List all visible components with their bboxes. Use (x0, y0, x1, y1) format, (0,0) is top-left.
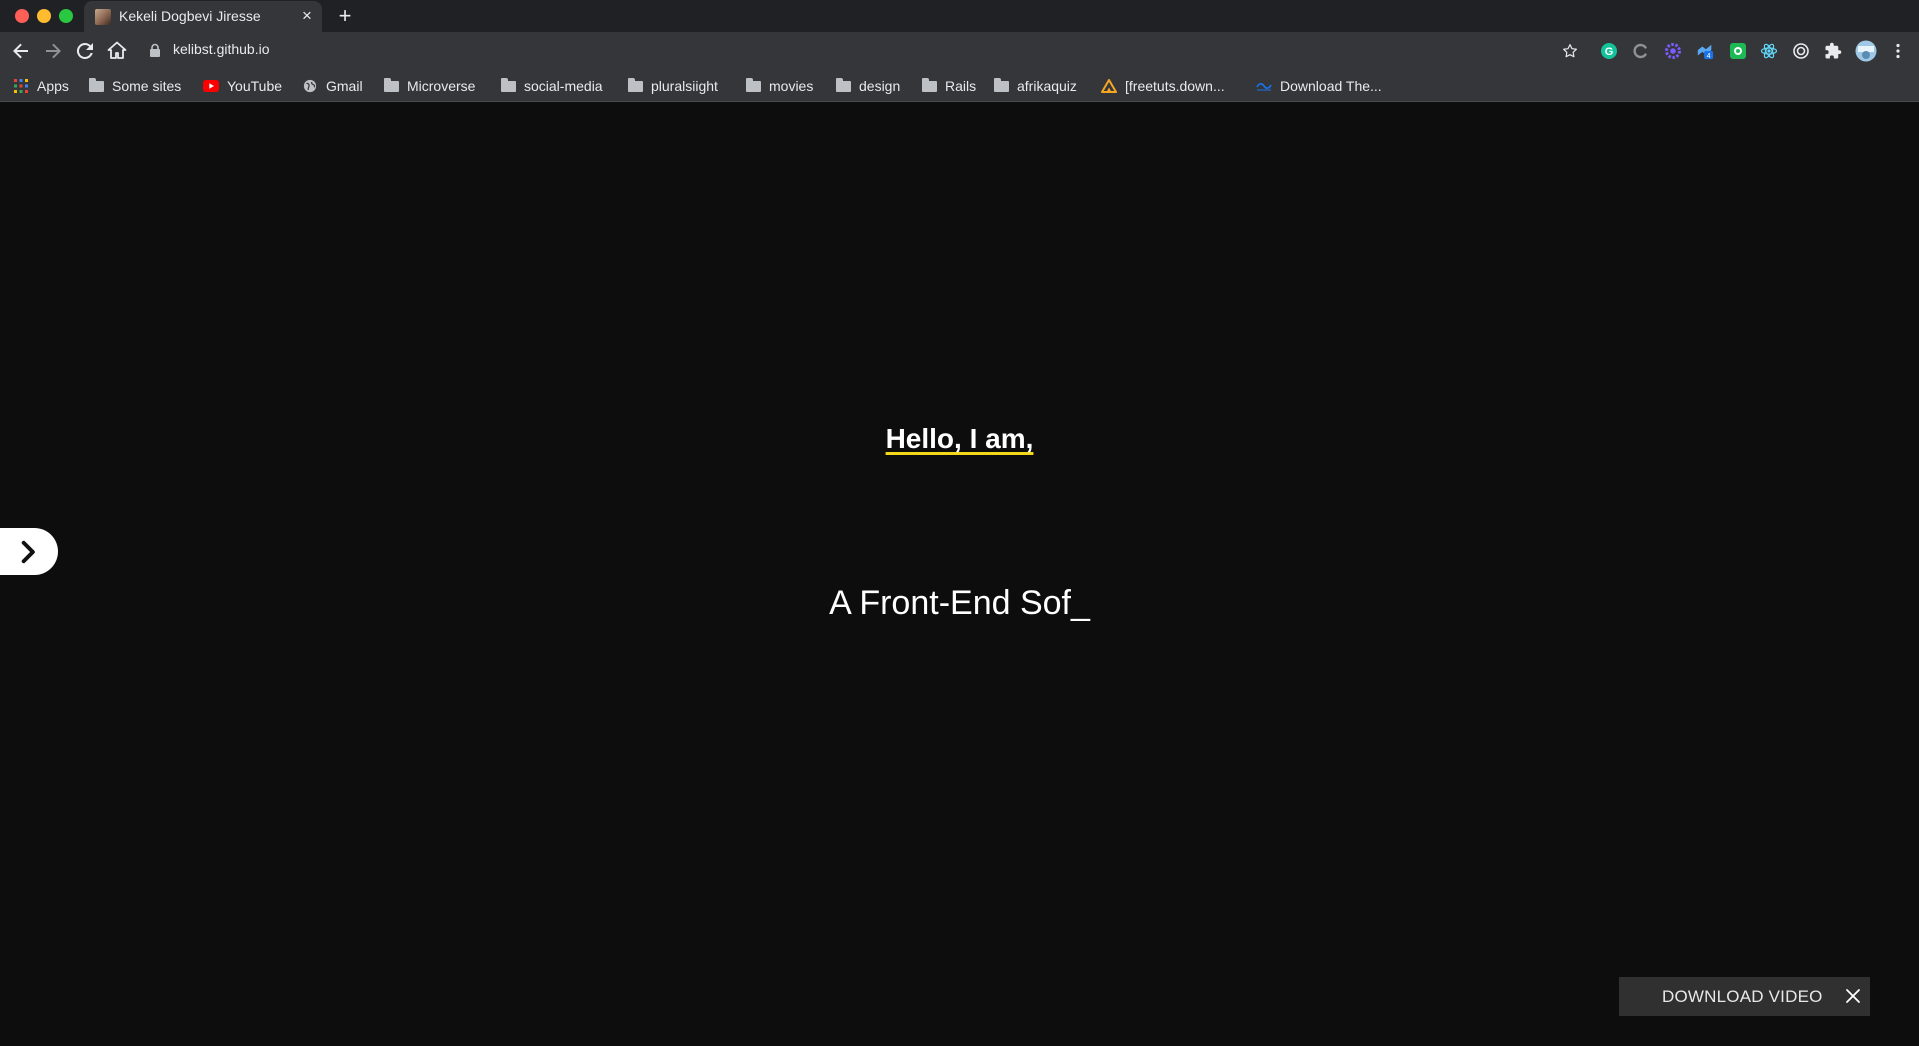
folder-icon (628, 77, 643, 92)
window-close-button[interactable] (15, 9, 29, 23)
greeting-text: Hello, I am, (885, 423, 1034, 454)
tab-title: Kekeli Dogbevi Jiresse (119, 8, 261, 24)
bookmark-folder-design[interactable]: design (836, 70, 900, 102)
download-video-banner[interactable]: DOWNLOAD VIDEO (1619, 977, 1870, 1016)
new-tab-button[interactable]: + (334, 4, 356, 28)
puzzle-icon[interactable] (1824, 42, 1842, 60)
bookmark-label: Download The... (1280, 78, 1382, 94)
target-icon[interactable] (1792, 42, 1810, 60)
apps-grid-icon (14, 79, 28, 93)
bookmark-folder-social-media[interactable]: social-media (501, 70, 603, 102)
bookmark-label: design (859, 78, 901, 94)
window-maximize-button[interactable] (59, 9, 73, 23)
back-button[interactable] (9, 39, 33, 63)
bookmark-folder-afrikaquiz[interactable]: afrikaquiz (994, 70, 1077, 102)
bookmark-label: Some sites (112, 78, 182, 94)
home-icon (107, 41, 127, 59)
bookmark-download-site[interactable]: Download The... (1256, 70, 1382, 102)
folder-icon (746, 77, 761, 92)
hero-greeting: Hello, I am, (0, 423, 1919, 455)
bookmark-label: Rails (945, 78, 977, 94)
globe-icon (303, 79, 317, 93)
bookmark-label: Microverse (407, 78, 476, 94)
bookmark-youtube[interactable]: YouTube (203, 70, 282, 102)
bookmark-folder-rails[interactable]: Rails (922, 70, 976, 102)
bookmark-folder-microverse[interactable]: Microverse (384, 70, 475, 102)
folder-icon (922, 77, 937, 92)
folder-icon (994, 77, 1009, 92)
grammarly-icon[interactable]: G (1600, 42, 1618, 60)
extension-badge-icon[interactable]: 4 (1696, 42, 1714, 60)
bookmark-folder-pluralsiight[interactable]: pluralsiight (628, 70, 718, 102)
folder-icon (89, 77, 104, 92)
hero-role-typing: A Front-End Sof_ (829, 584, 1090, 622)
tab-favicon-icon (95, 9, 111, 25)
forward-button[interactable] (41, 39, 65, 63)
address-bar-url[interactable]: kelibst.github.io (173, 41, 270, 57)
svg-text:4: 4 (1707, 51, 1711, 60)
bookmark-label: afrikaquiz (1017, 78, 1077, 94)
folder-icon (836, 77, 851, 92)
download-site-icon (1256, 83, 1272, 91)
home-button[interactable] (105, 39, 129, 63)
bookmark-label: [freetuts.down... (1125, 78, 1225, 94)
bookmark-folder-movies[interactable]: movies (746, 70, 813, 102)
bookmark-star-icon[interactable] (1561, 42, 1579, 60)
bookmark-freetuts[interactable]: [freetuts.down... (1101, 70, 1225, 102)
gear-purple-icon[interactable] (1664, 42, 1682, 60)
bookmark-label: movies (769, 78, 814, 94)
bookmark-label: Apps (37, 78, 69, 94)
svg-text:G: G (1605, 46, 1614, 58)
bookmark-folder-some-sites[interactable]: Some sites (89, 70, 181, 102)
bookmark-gmail[interactable]: Gmail (302, 70, 363, 102)
download-video-label[interactable]: DOWNLOAD VIDEO (1662, 987, 1823, 1007)
screen-capture-icon[interactable] (1729, 42, 1747, 60)
bookmark-label: YouTube (227, 78, 283, 94)
window-minimize-button[interactable] (37, 9, 51, 23)
bookmark-label: Gmail (326, 78, 363, 94)
reload-icon (76, 42, 93, 59)
reload-button[interactable] (73, 39, 97, 63)
folder-icon (384, 77, 399, 92)
youtube-icon (203, 80, 219, 92)
bookmark-label: pluralsiight (651, 78, 718, 94)
bookmark-label: social-media (524, 78, 603, 94)
bookmarks-bar: Apps Some sites YouTube Gmail Microverse… (0, 70, 1919, 102)
page-viewport (0, 103, 1919, 1046)
lock-icon (150, 43, 160, 57)
folder-icon (501, 77, 516, 92)
profile-avatar-icon[interactable] (1855, 40, 1877, 62)
close-icon[interactable] (1842, 985, 1864, 1007)
extension-c-icon[interactable] (1632, 42, 1650, 60)
tab-strip: Kekeli Dogbevi Jiresse × + (0, 0, 1919, 32)
forward-arrow-icon (46, 43, 61, 59)
tab-close-button[interactable]: × (298, 6, 316, 26)
back-arrow-icon (13, 43, 28, 59)
bookmark-apps[interactable]: Apps (13, 70, 69, 102)
chevron-right-icon (21, 540, 35, 563)
active-tab[interactable]: Kekeli Dogbevi Jiresse × (84, 1, 322, 32)
menu-kebab-icon[interactable] (1889, 42, 1907, 60)
sidebar-toggle-button[interactable] (0, 528, 58, 575)
freetuts-icon (1101, 79, 1117, 93)
react-devtools-icon[interactable] (1760, 42, 1778, 60)
